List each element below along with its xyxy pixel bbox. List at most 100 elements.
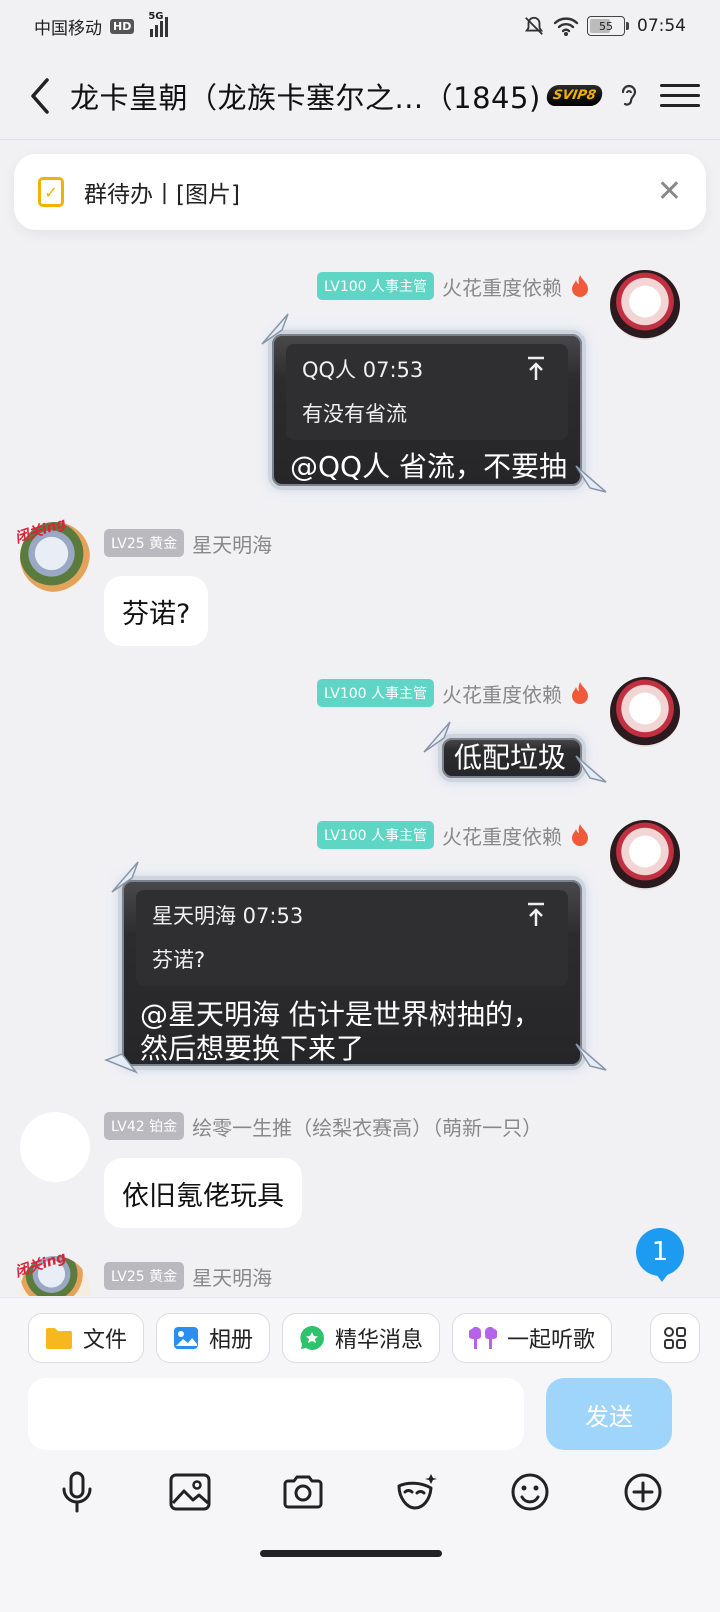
chat-title[interactable]: 龙卡皇朝（龙族卡塞尔之...（1845) (70, 75, 541, 117)
network-type: 5G (148, 11, 164, 22)
chip-label: 相册 (209, 1328, 254, 1353)
quote-author-time: QQ人 07:53 (302, 358, 424, 382)
level-badge: LV100 人事主管 (316, 679, 434, 707)
nickname[interactable]: 绘零一生推（绘梨衣赛高）（萌新一只） (192, 1112, 542, 1141)
chip-label: 文件 (83, 1328, 128, 1353)
more-actions-button[interactable] (650, 1313, 700, 1363)
camera-icon (283, 1475, 323, 1509)
flame-icon (572, 682, 588, 704)
more-button[interactable] (619, 1468, 667, 1516)
level-badge: LV100 人事主管 (316, 821, 434, 849)
carrier-name: 中国移动 (34, 18, 102, 39)
folder-icon (46, 1328, 72, 1349)
vip-badge: SVIP8 (544, 85, 604, 106)
message-text: @QQ人 省流，不要抽 (290, 450, 567, 483)
image-button[interactable] (166, 1468, 214, 1516)
signal-icon: 5G (148, 11, 169, 37)
message-meta: LV100 人事主管 火花重度依赖 (316, 820, 590, 850)
menu-line (660, 104, 700, 107)
quote-text: 有没有省流 (302, 402, 407, 426)
menu-line (660, 94, 700, 97)
quick-actions: 文件 相册 精华消息 一起听歌 (28, 1313, 700, 1363)
bubble-decoration (575, 755, 607, 783)
input-toolbar (0, 1468, 720, 1516)
quote-author-time: 星天明海 07:53 (152, 904, 304, 928)
level-badge: LV25 黄金 (104, 1262, 185, 1290)
star-icon (300, 1326, 325, 1350)
bubble-decoration (103, 1053, 139, 1074)
sticker-button[interactable] (393, 1468, 441, 1516)
quick-action-file[interactable]: 文件 (28, 1313, 145, 1363)
bubble-decoration (575, 1043, 607, 1071)
nickname[interactable]: 星天明海 (192, 529, 272, 558)
avatar[interactable] (610, 270, 680, 340)
grid-icon (664, 1327, 686, 1349)
message-text-line: 然后想要换下来了 (140, 1032, 365, 1065)
hd-badge: HD (110, 18, 135, 34)
clock: 07:54 (637, 16, 686, 36)
level-badge: LV42 铂金 (104, 1112, 185, 1140)
quote-text: 芬诺? (152, 948, 206, 972)
avatar[interactable] (610, 677, 680, 747)
back-button[interactable] (20, 76, 60, 116)
bubble-decoration (423, 721, 451, 753)
todo-text: 群待办丨[图片] (84, 182, 240, 208)
ear-mode-button[interactable] (616, 80, 642, 112)
nickname[interactable]: 火花重度依赖 (442, 272, 562, 301)
message-meta: LV25 黄金 星天明海 (104, 1261, 272, 1291)
quoted-message[interactable]: 星天明海 07:53 芬诺? (136, 890, 568, 986)
battery-level: 55 (599, 19, 613, 33)
bubble-decoration (261, 313, 289, 345)
unread-count-badge[interactable]: 1 (636, 1228, 684, 1282)
quick-action-album[interactable]: 相册 (156, 1313, 271, 1363)
message-bubble[interactable]: 星天明海 07:53 芬诺? @星天明海 估计是世界树抽的， 然后想要换下来了 (118, 876, 586, 1070)
nickname[interactable]: 星天明海 (192, 1262, 272, 1291)
input-panel: 文件 相册 精华消息 一起听歌 发送 (0, 1297, 720, 1612)
message-bubble[interactable]: 芬诺? (104, 576, 209, 646)
clipboard-check-icon: ✓ (38, 177, 64, 207)
group-todo-banner[interactable]: ✓ 群待办丨[图片] ✕ (14, 154, 706, 230)
level-badge: LV25 黄金 (104, 529, 185, 557)
flame-icon (572, 275, 588, 297)
emoji-button[interactable] (506, 1468, 554, 1516)
status-bar: 中国移动 HD 5G 55 07:54 (0, 0, 720, 52)
image-icon (169, 1473, 211, 1511)
message-text-line: @星天明海 估计是世界树抽的， (140, 998, 541, 1031)
mic-icon (62, 1471, 92, 1513)
bell-muted-icon (524, 16, 544, 35)
nickname[interactable]: 火花重度依赖 (442, 821, 562, 850)
avatar[interactable] (610, 820, 680, 890)
plus-circle-icon (624, 1473, 662, 1511)
level-badge: LV100 人事主管 (316, 272, 434, 300)
quick-action-essence[interactable]: 精华消息 (282, 1313, 441, 1363)
photo-icon (174, 1327, 199, 1349)
message-bubble[interactable]: QQ人 07:53 有没有省流 @QQ人 省流，不要抽 (268, 330, 586, 490)
smile-icon (511, 1473, 549, 1511)
send-button[interactable]: 发送 (546, 1378, 672, 1450)
message-meta: LV25 黄金 星天明海 (104, 528, 272, 558)
menu-button[interactable] (660, 76, 700, 116)
arrow-up-icon (528, 902, 544, 926)
battery-icon: 55 (587, 16, 629, 36)
message-meta: LV42 铂金 绘零一生推（绘梨衣赛高）（萌新一只） (104, 1111, 542, 1141)
menu-line (660, 84, 700, 87)
voice-button[interactable] (53, 1468, 101, 1516)
flame-icon (572, 824, 588, 846)
close-icon[interactable]: ✕ (657, 177, 682, 207)
quoted-message[interactable]: QQ人 07:53 有没有省流 (286, 344, 568, 440)
chat-header: 龙卡皇朝（龙族卡塞尔之...（1845) SVIP8 (0, 52, 720, 140)
nickname[interactable]: 火花重度依赖 (442, 679, 562, 708)
wifi-icon (553, 17, 579, 36)
avatar[interactable] (20, 1112, 90, 1182)
quick-action-listen[interactable]: 一起听歌 (452, 1313, 613, 1363)
status-left: 中国移动 HD 5G (34, 11, 169, 39)
camera-button[interactable] (279, 1468, 327, 1516)
message-input[interactable] (28, 1378, 524, 1450)
arrow-up-icon (528, 356, 544, 380)
home-indicator[interactable] (260, 1550, 442, 1557)
earbuds-icon (469, 1327, 498, 1349)
message-bubble[interactable]: 低配垃圾 (438, 734, 586, 782)
message-bubble[interactable]: 依旧氪佬玩具 (104, 1158, 302, 1228)
message-meta: LV100 人事主管 火花重度依赖 (316, 271, 590, 301)
chevron-left-icon (31, 77, 49, 114)
